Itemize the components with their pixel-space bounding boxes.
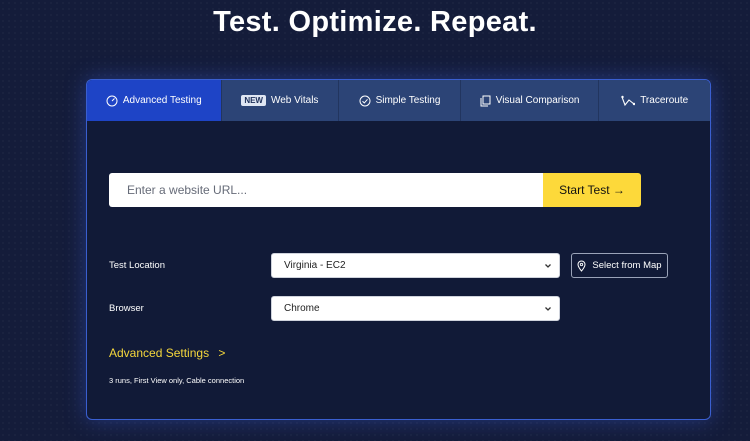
chevron-down-icon: [545, 264, 551, 268]
advanced-settings-label: Advanced Settings: [109, 346, 210, 360]
advanced-settings-link[interactable]: Advanced Settings >: [109, 346, 225, 360]
browser-select[interactable]: Chrome: [271, 296, 560, 321]
tab-label: Visual Comparison: [495, 95, 580, 106]
tab-label: Advanced Testing: [122, 95, 202, 106]
select-from-map-button[interactable]: Select from Map: [571, 253, 668, 278]
start-test-button[interactable]: Start Test →: [543, 173, 641, 207]
route-icon: [621, 95, 636, 106]
copy-icon: [480, 95, 491, 106]
tab-web-vitals[interactable]: NEW Web Vitals: [222, 80, 340, 121]
page-title: Test. Optimize. Repeat.: [213, 6, 537, 38]
gauge-icon: [106, 95, 118, 106]
tab-label: Web Vitals: [270, 95, 319, 106]
chevron-right-icon: >: [218, 346, 226, 360]
test-summary: 3 runs, First View only, Cable connectio…: [109, 376, 245, 385]
check-circle-icon: [359, 95, 371, 106]
tab-label: Simple Testing: [375, 95, 441, 106]
browser-value: Chrome: [284, 303, 320, 314]
tab-visual-comparison[interactable]: Visual Comparison: [461, 80, 600, 121]
test-panel: Advanced Testing NEW Web Vitals Simple T…: [86, 79, 711, 420]
browser-label: Browser: [109, 303, 144, 314]
chevron-down-icon: [545, 307, 551, 311]
tab-advanced-testing[interactable]: Advanced Testing: [87, 80, 222, 121]
map-pin-icon: [577, 260, 586, 272]
tab-bar: Advanced Testing NEW Web Vitals Simple T…: [87, 80, 710, 121]
url-form: Start Test →: [109, 173, 641, 207]
tab-label: Traceroute: [640, 95, 689, 106]
url-input[interactable]: [109, 173, 543, 207]
test-location-label: Test Location: [109, 260, 165, 271]
test-location-select[interactable]: Virginia - EC2: [271, 253, 560, 278]
tab-traceroute[interactable]: Traceroute: [599, 80, 710, 121]
test-location-value: Virginia - EC2: [284, 260, 346, 271]
tab-simple-testing[interactable]: Simple Testing: [339, 80, 461, 121]
map-button-label: Select from Map: [592, 260, 662, 271]
new-badge: NEW: [241, 95, 266, 106]
